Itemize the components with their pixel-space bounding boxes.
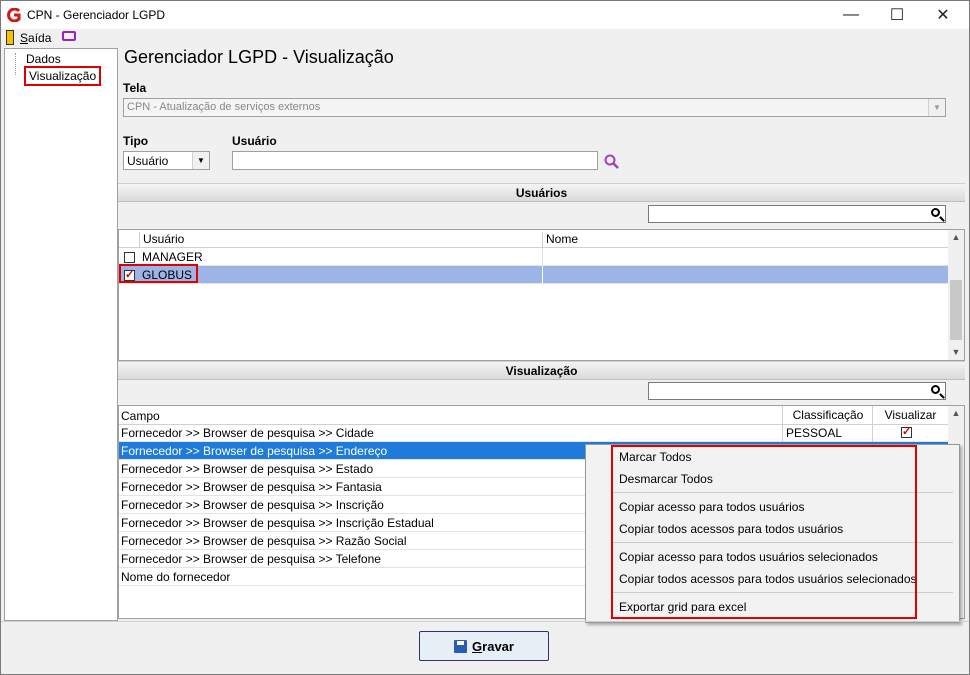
search-icon[interactable] xyxy=(931,208,940,217)
tree-item-visualizacao[interactable]: Visualização xyxy=(24,66,102,86)
cell-campo: Fornecedor >> Browser de pesquisa >> Fan… xyxy=(121,480,382,494)
table-row[interactable]: Fornecedor >> Browser de pesquisa >> Cid… xyxy=(119,424,948,442)
usuarios-scrollbar[interactable]: ▲ ▼ xyxy=(948,230,964,360)
highlight-box xyxy=(119,264,198,283)
window-title: CPN - Gerenciador LGPD xyxy=(27,8,166,22)
cell-campo: Fornecedor >> Browser de pesquisa >> End… xyxy=(121,444,388,458)
column-header-usuario[interactable]: Usuário xyxy=(139,232,541,247)
cell-campo: Fornecedor >> Browser de pesquisa >> Tel… xyxy=(121,552,381,566)
column-divider xyxy=(872,424,873,442)
cell-campo: Fornecedor >> Browser de pesquisa >> Cid… xyxy=(121,426,374,440)
column-header-campo[interactable]: Campo xyxy=(121,409,160,423)
cell-campo: Fornecedor >> Browser de pesquisa >> Raz… xyxy=(121,534,407,548)
tree-item-dados[interactable]: Dados xyxy=(26,52,61,66)
usuarios-grid-header: Usuário Nome xyxy=(119,230,948,248)
tipo-select[interactable]: Usuário ▼ xyxy=(123,151,210,170)
close-button[interactable]: ✕ xyxy=(920,1,966,29)
exit-door-icon[interactable] xyxy=(6,30,14,45)
column-divider xyxy=(782,424,783,442)
navigation-tree: Dados Visualização xyxy=(4,48,118,621)
tela-label: Tela xyxy=(123,81,147,95)
table-row[interactable]: MANAGER xyxy=(119,248,948,266)
save-button-label: Gravar xyxy=(472,638,514,654)
scroll-up-icon[interactable]: ▲ xyxy=(948,230,964,244)
tela-select-value: CPN - Atualização de serviços externos xyxy=(127,101,321,113)
tela-select[interactable]: CPN - Atualização de serviços externos ▼ xyxy=(123,98,946,117)
save-button[interactable]: Gravar xyxy=(419,631,549,661)
visualizacao-search-input[interactable] xyxy=(648,382,946,400)
maximize-button[interactable]: ☐ xyxy=(874,1,920,29)
usuarios-search-input[interactable] xyxy=(648,205,946,223)
visualizacao-section-header: Visualização xyxy=(118,361,965,380)
cell-usuario: MANAGER xyxy=(142,250,203,264)
scroll-down-icon[interactable]: ▼ xyxy=(948,345,964,359)
table-row[interactable]: GLOBUS xyxy=(119,266,948,284)
monitor-icon[interactable] xyxy=(62,31,76,41)
usuarios-grid: Usuário Nome MANAGER GLOBUS ▲ ▼ xyxy=(118,229,965,361)
visualizar-checkbox[interactable] xyxy=(901,425,912,438)
visualizacao-grid-header: Campo Classificação Visualizar xyxy=(119,406,948,425)
menu-bar: Saída xyxy=(1,29,969,47)
search-icon[interactable] xyxy=(604,154,620,170)
column-divider xyxy=(542,266,543,284)
tipo-label: Tipo xyxy=(123,134,149,148)
floppy-disk-icon xyxy=(454,639,468,653)
scroll-up-icon[interactable]: ▲ xyxy=(948,406,964,420)
usuarios-section-header: Usuários xyxy=(118,183,965,202)
column-header-classificacao[interactable]: Classificação xyxy=(782,406,873,424)
footer-divider xyxy=(1,621,969,622)
page-title: Gerenciador LGPD - Visualização xyxy=(124,47,394,67)
column-header-visualizar[interactable]: Visualizar xyxy=(872,406,948,424)
tree-connector xyxy=(15,53,16,75)
app-window: CPN - Gerenciador LGPD — ☐ ✕ Saída Dados… xyxy=(0,0,970,675)
cell-campo: Nome do fornecedor xyxy=(121,570,231,584)
cell-campo: Fornecedor >> Browser de pesquisa >> Est… xyxy=(121,462,374,476)
usuario-label: Usuário xyxy=(232,134,277,148)
tipo-select-value: Usuário xyxy=(127,154,169,168)
column-divider xyxy=(542,248,543,266)
menu-saida[interactable]: Saída xyxy=(20,31,51,45)
cell-classificacao: PESSOAL xyxy=(786,426,843,440)
usuario-input[interactable] xyxy=(232,151,598,170)
chevron-down-icon[interactable]: ▼ xyxy=(192,152,209,169)
cell-campo: Fornecedor >> Browser de pesquisa >> Ins… xyxy=(121,498,384,512)
app-logo-icon xyxy=(7,7,21,23)
minimize-button[interactable]: — xyxy=(828,1,874,29)
scroll-thumb[interactable] xyxy=(950,280,962,340)
title-bar: CPN - Gerenciador LGPD — ☐ ✕ xyxy=(1,1,969,29)
column-header-nome[interactable]: Nome xyxy=(542,232,946,247)
row-checkbox[interactable] xyxy=(124,252,135,263)
highlight-box xyxy=(611,445,917,619)
chevron-down-icon[interactable]: ▼ xyxy=(928,99,945,116)
search-icon[interactable] xyxy=(931,385,940,394)
cell-campo: Fornecedor >> Browser de pesquisa >> Ins… xyxy=(121,516,434,530)
